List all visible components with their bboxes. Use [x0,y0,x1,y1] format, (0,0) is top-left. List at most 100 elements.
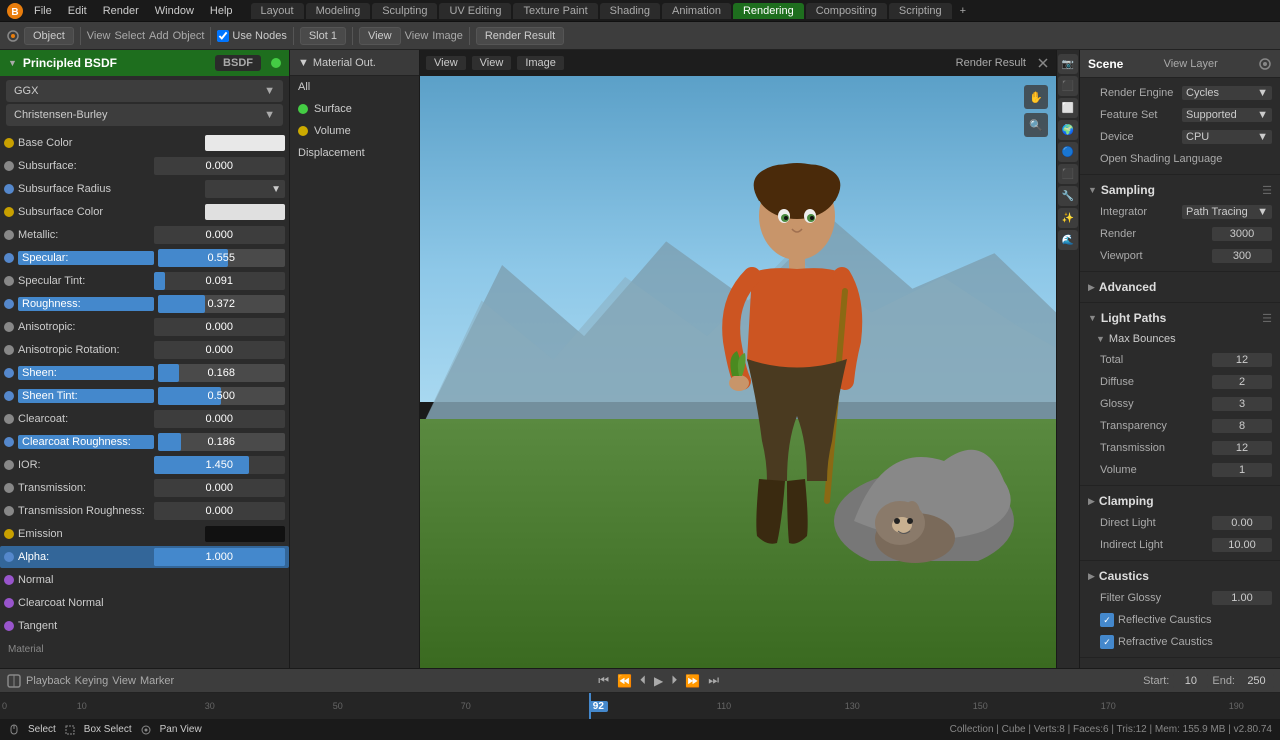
node-collapse-icon[interactable]: ▼ [8,58,17,68]
props-scene-icon[interactable]: 🌍 [1058,120,1078,140]
object-label[interactable]: Object [173,30,205,42]
mat-socket-all[interactable]: All [290,76,419,98]
prop-color-emission[interactable] [205,526,285,542]
feature-set-dropdown[interactable]: Supported ▼ [1182,108,1272,122]
props-world-icon[interactable]: 🔵 [1058,142,1078,162]
props-view-layer-icon[interactable]: ⬜ [1058,98,1078,118]
next-keyframe-btn[interactable]: ⏵ [669,673,679,688]
start-frame-input[interactable] [1173,674,1208,688]
reflective-caustics-checkbox[interactable]: ✓ [1100,613,1114,627]
transparency-bounces-input[interactable] [1212,419,1272,433]
props-modifier-icon[interactable]: 🔧 [1058,186,1078,206]
refractive-caustics-checkbox[interactable]: ✓ [1100,635,1114,649]
prop-bar-transmission[interactable]: 0.000 [154,479,286,497]
prop-dropdown-subsurface-radius[interactable]: ▼ [205,180,285,198]
prop-bar-sheen[interactable]: 0.168 [158,364,286,382]
current-frame-indicator[interactable]: 92 [589,701,608,712]
volumes-header[interactable]: ▶ Volumes [1080,662,1280,668]
mat-out-collapse[interactable]: ▼ [298,57,309,69]
menu-help[interactable]: Help [204,3,239,19]
advanced-section-header[interactable]: ▶ Advanced [1080,276,1280,298]
indirect-light-input[interactable] [1212,538,1272,552]
render-engine-dropdown[interactable]: Cycles ▼ [1182,86,1272,100]
clamping-header[interactable]: ▶ Clamping [1080,490,1280,512]
end-frame-input[interactable] [1239,674,1274,688]
prop-bar-anisotropic-rotation[interactable]: 0.000 [154,341,286,359]
tab-uv-editing[interactable]: UV Editing [439,3,511,19]
keying-label[interactable]: Keying [75,675,109,687]
tab-shading[interactable]: Shading [600,3,660,19]
vp-view-btn-2[interactable]: View [472,56,512,70]
settings-icon[interactable] [1258,57,1272,71]
tab-animation[interactable]: Animation [662,3,731,19]
device-dropdown[interactable]: CPU ▼ [1182,130,1272,144]
menu-edit[interactable]: Edit [62,3,93,19]
props-render-icon[interactable]: 📷 [1058,54,1078,74]
tab-compositing[interactable]: Compositing [806,3,887,19]
menu-window[interactable]: Window [149,3,200,19]
viewport[interactable]: View View Image Render Result [420,50,1056,668]
step-forward-btn[interactable]: ⏩ [683,674,702,688]
mat-socket-surface[interactable]: Surface [290,98,419,120]
tab-layout[interactable]: Layout [251,3,304,19]
max-bounces-header[interactable]: ▼ Max Bounces [1080,329,1280,349]
nav-zoom-btn[interactable]: 🔍 [1024,113,1048,137]
nav-hand-btn[interactable]: ✋ [1024,85,1048,109]
select-label[interactable]: Select [114,30,145,42]
prop-bar-metallic[interactable]: 0.000 [154,226,286,244]
prop-bar-anisotropic[interactable]: 0.000 [154,318,286,336]
tab-scripting[interactable]: Scripting [889,3,952,19]
frame-ruler[interactable]: 0 10 30 50 70 92 110 130 150 170 190 [0,693,1280,719]
sampling-section-header[interactable]: ▼ Sampling ☰ [1080,179,1280,201]
view-btn-1[interactable]: View [359,27,401,45]
use-nodes-checkbox[interactable]: Use Nodes [217,30,286,42]
prop-bar-ior[interactable]: 1.450 [154,456,286,474]
transmission-bounces-input[interactable] [1212,441,1272,455]
props-output-icon[interactable]: ⬛ [1058,76,1078,96]
render-samples-input[interactable] [1212,227,1272,241]
volume-bounces-input[interactable] [1212,463,1272,477]
tab-texture-paint[interactable]: Texture Paint [513,3,597,19]
prop-bar-transmission-roughness[interactable]: 0.000 [154,502,286,520]
play-btn[interactable]: ▶ [652,674,665,688]
slot-btn[interactable]: Slot 1 [300,27,346,45]
prev-keyframe-btn[interactable]: ⏴ [638,673,648,688]
jump-start-btn[interactable]: ⏮ [596,673,611,688]
jump-end-btn[interactable]: ⏭ [706,673,721,688]
menu-render[interactable]: Render [97,3,145,19]
close-icon[interactable] [1036,56,1050,70]
view-label[interactable]: View [87,30,111,42]
diffuse-bounces-input[interactable] [1212,375,1272,389]
props-particles-icon[interactable]: ✨ [1058,208,1078,228]
tab-sculpting[interactable]: Sculpting [372,3,437,19]
glossy-bounces-input[interactable] [1212,397,1272,411]
add-workspace-btn[interactable]: + [954,3,972,19]
vp-image-btn[interactable]: Image [517,56,564,70]
mat-socket-volume[interactable]: Volume [290,120,419,142]
view-label-2[interactable]: View [405,30,429,42]
playback-label[interactable]: Playback [26,675,71,687]
vp-view-btn[interactable]: View [426,56,466,70]
direct-light-input[interactable] [1212,516,1272,530]
step-back-btn[interactable]: ⏪ [615,674,634,688]
viewport-samples-input[interactable] [1212,249,1272,263]
props-object-icon[interactable]: ⬛ [1058,164,1078,184]
caustics-header[interactable]: ▶ Caustics [1080,565,1280,587]
marker-label[interactable]: Marker [140,675,174,687]
object-mode-btn[interactable]: Object [24,27,74,45]
props-physics-icon[interactable]: 🌊 [1058,230,1078,250]
prop-color-base-color[interactable] [205,135,285,151]
use-nodes-input[interactable] [217,30,229,42]
menu-file[interactable]: File [28,3,58,19]
prop-bar-specular[interactable]: 0.555 [158,249,286,267]
prop-bar-clearcoat[interactable]: 0.000 [154,410,286,428]
prop-bar-alpha[interactable]: 1.000 [154,548,286,566]
prop-bar-sheen-tint[interactable]: 0.500 [158,387,286,405]
prop-color-subsurface-color[interactable] [205,204,285,220]
light-paths-header[interactable]: ▼ Light Paths ☰ [1080,307,1280,329]
integrator-dropdown[interactable]: Path Tracing ▼ [1182,205,1272,219]
mat-socket-displacement[interactable]: Displacement [290,142,419,164]
filter-glossy-input[interactable] [1212,591,1272,605]
prop-bar-roughness[interactable]: 0.372 [158,295,286,313]
total-bounces-input[interactable] [1212,353,1272,367]
